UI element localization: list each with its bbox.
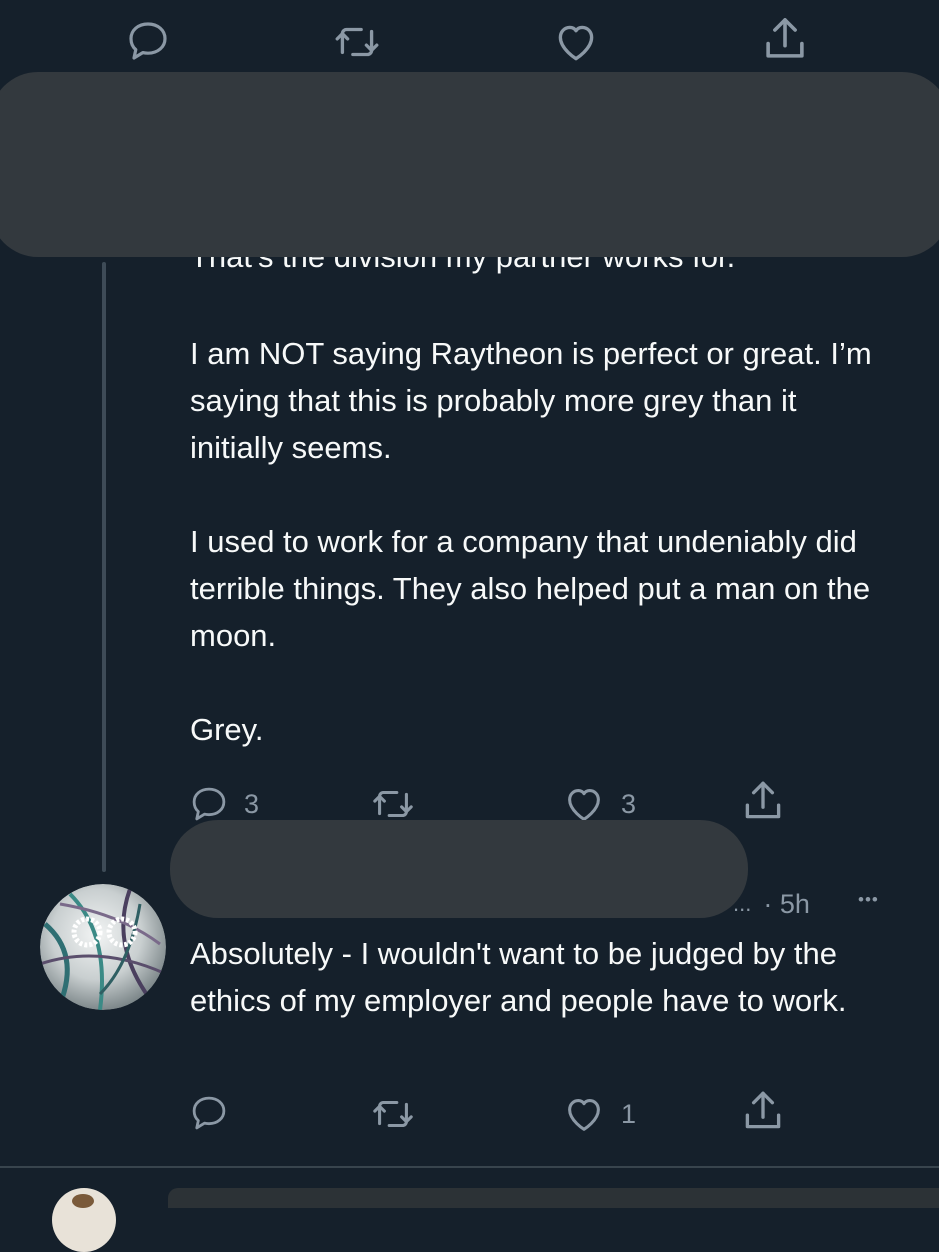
share-icon [738,776,788,826]
like-button[interactable]: 1 [561,1091,636,1137]
share-button[interactable] [738,1086,788,1136]
tweet-paragraph: I am NOT saying Raytheon is perfect or g… [190,336,872,465]
reply-meta: ... · 5h [733,886,810,922]
redacted-username [170,820,748,918]
redacted-header [0,72,939,257]
retweet-icon[interactable] [332,17,382,67]
reply-text: Absolutely - I wouldn't want to be judge… [190,936,847,1018]
reply-icon [188,1092,230,1134]
share-icon[interactable] [758,12,812,66]
share-button[interactable] [738,776,788,826]
reply-icon [188,783,230,825]
reply-icon[interactable] [124,17,172,65]
next-avatar-detail [72,1194,94,1208]
tweet-divider [0,1166,939,1168]
reply-button[interactable] [188,1092,230,1134]
avatar[interactable] [40,884,166,1010]
reply-button[interactable]: 3 [188,783,259,825]
handle-ellipsis: ... [733,891,752,916]
retweet-button[interactable] [370,1091,416,1137]
tweet-paragraph: I used to work for a company that undeni… [190,524,871,653]
tweet-paragraph: Grey. [190,712,264,747]
like-count: 3 [621,789,637,819]
reply-time[interactable]: · 5h [763,886,810,922]
like-icon[interactable] [551,17,601,67]
more-options-icon[interactable]: ••• [858,890,879,910]
retweet-icon [370,1091,416,1137]
share-icon [738,1086,788,1136]
next-tweet-header-bar [168,1188,939,1208]
next-avatar[interactable] [52,1188,116,1252]
like-count: 1 [621,1099,637,1129]
like-icon [561,1091,607,1137]
thread-line [102,262,106,872]
tweet-body: I am NOT saying Raytheon is perfect or g… [190,330,890,753]
reply-count: 3 [244,789,260,819]
